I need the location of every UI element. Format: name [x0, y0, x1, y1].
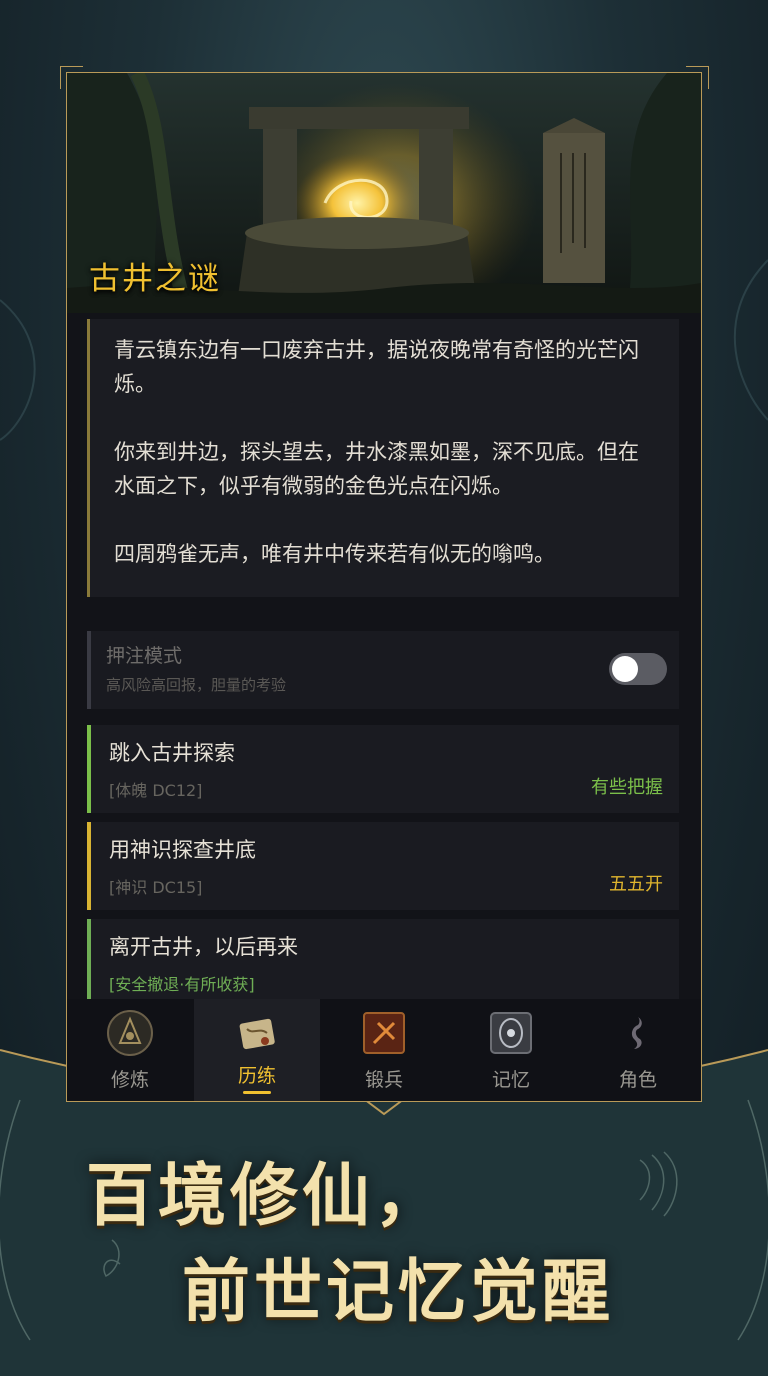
choice-option[interactable]: 用神识探查井底 [神识 DC15] 五五开 — [87, 822, 679, 910]
narrative-paragraph: 四周鸦雀无声，唯有井中传来若有似无的嗡鸣。 — [114, 542, 555, 566]
game-frame: 古井之谜 青云镇东边有一口废弃古井，据说夜晚常有奇怪的光芒闪烁。 你来到井边，探… — [66, 72, 702, 1102]
choice-odds: 五五开 — [609, 874, 663, 895]
forge-icon — [363, 1012, 405, 1054]
tab-label: 角色 — [618, 1069, 657, 1091]
tab-character[interactable]: 角色 — [575, 999, 701, 1101]
choice-check-tag: [神识 DC15] — [109, 878, 203, 897]
tab-memory[interactable]: 记忆 — [448, 999, 574, 1101]
tab-training[interactable]: 历练 — [194, 999, 320, 1101]
choice-option[interactable]: 离开古井，以后再来 [安全撤退·有所收获] — [87, 919, 679, 1007]
choice-title: 用神识探查井底 — [109, 838, 256, 862]
bet-mode-toggle[interactable] — [609, 653, 667, 685]
bet-mode-row: 押注模式 高风险高回报，胆量的考验 — [87, 631, 679, 709]
frame-corner-ornament — [60, 66, 83, 89]
bet-mode-title: 押注模式 — [106, 645, 183, 667]
tab-label: 记忆 — [491, 1069, 530, 1091]
active-tab-indicator — [243, 1091, 271, 1094]
choice-option[interactable]: 跳入古井探索 [体魄 DC12] 有些把握 — [87, 725, 679, 813]
choice-title: 跳入古井探索 — [109, 741, 235, 765]
scroll-map-icon — [239, 1018, 275, 1050]
bottom-tab-bar: 修炼 历练 锻兵 记忆 角色 — [67, 999, 701, 1101]
tab-label: 锻兵 — [364, 1069, 403, 1091]
choice-check-tag: [安全撤退·有所收获] — [109, 975, 255, 994]
scene-illustration: 古井之谜 — [67, 73, 701, 313]
tab-forge[interactable]: 锻兵 — [321, 999, 447, 1101]
scene-title: 古井之谜 — [89, 261, 221, 297]
memory-icon — [490, 1012, 532, 1054]
narrative-panel: 青云镇东边有一口废弃古井，据说夜晚常有奇怪的光芒闪烁。 你来到井边，探头望去，井… — [87, 319, 679, 597]
cultivation-icon — [107, 1010, 153, 1056]
bet-mode-subtitle: 高风险高回报，胆量的考验 — [106, 676, 287, 694]
tab-cultivation[interactable]: 修炼 — [67, 999, 193, 1101]
promo-subheadline: 前世记忆觉醒 — [182, 1252, 615, 1332]
tab-label: 历练 — [237, 1065, 276, 1087]
narrative-paragraph: 你来到井边，探头望去，井水漆黑如墨，深不见底。但在水面之下，似乎有微弱的金色光点… — [114, 440, 639, 498]
toggle-knob — [612, 656, 638, 682]
character-icon — [631, 1017, 642, 1049]
choice-title: 离开古井，以后再来 — [109, 935, 298, 959]
promo-headline: 百境修仙， — [86, 1156, 447, 1236]
choice-odds: 有些把握 — [591, 777, 663, 798]
narrative-paragraph: 青云镇东边有一口废弃古井，据说夜晚常有奇怪的光芒闪烁。 — [114, 338, 639, 396]
frame-corner-ornament — [686, 66, 709, 89]
tab-label: 修炼 — [110, 1069, 149, 1091]
